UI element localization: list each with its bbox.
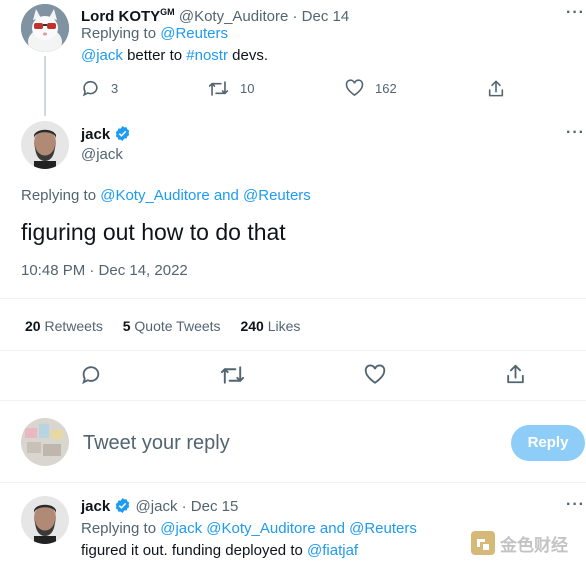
divider — [0, 400, 586, 401]
author-handle[interactable]: @jack — [81, 146, 123, 164]
reply-icon[interactable] — [81, 79, 100, 98]
more-options-icon[interactable]: ··· — [566, 496, 585, 514]
share-icon[interactable] — [505, 363, 526, 385]
replying-to-line: Replying to @Reuters — [81, 25, 228, 43]
divider — [0, 482, 586, 483]
divider — [0, 298, 586, 299]
user-avatar[interactable] — [21, 418, 69, 466]
watermark-logo-icon — [471, 531, 495, 555]
author-name[interactable]: jack — [81, 498, 110, 515]
like-icon[interactable] — [364, 364, 386, 385]
avatar[interactable] — [21, 121, 69, 169]
author-name[interactable]: jack — [81, 125, 131, 144]
author-handle[interactable]: @jack — [136, 498, 178, 515]
replying-to-label: Replying to — [81, 520, 157, 537]
like-count: 162 — [375, 81, 397, 96]
reply1-header: Lord KOTYGM @Koty_Auditore · Dec 14 — [81, 3, 349, 26]
quotes-count: 5 — [122, 318, 131, 334]
replying-to-link[interactable]: @Koty_Auditore and @Reuters — [100, 187, 311, 204]
reply-button[interactable]: Reply — [511, 425, 585, 461]
replying-to-label: Replying to — [21, 187, 97, 204]
retweet-count: 10 — [240, 81, 255, 96]
retweets-label: Retweets — [44, 318, 103, 334]
like-icon[interactable] — [345, 79, 364, 97]
reply-icon[interactable] — [80, 364, 102, 386]
tweet-date[interactable]: Dec 15 — [191, 498, 239, 515]
tweet-timestamp[interactable]: 10:48 PM · Dec 14, 2022 — [21, 262, 188, 280]
separator: · — [181, 498, 187, 515]
verified-badge-icon — [116, 498, 130, 513]
replying-to-line: Replying to @Koty_Auditore and @Reuters — [21, 187, 311, 205]
likes-label: Likes — [267, 318, 301, 334]
avatar[interactable] — [21, 4, 69, 52]
watermark-text: 金色财经 — [500, 535, 568, 556]
mention-link[interactable]: @fiatjaf — [307, 542, 358, 559]
reply-count: 3 — [111, 81, 119, 96]
tweet-text-part: better to — [122, 47, 187, 64]
share-icon[interactable] — [487, 79, 505, 98]
more-options-icon[interactable]: ··· — [566, 4, 585, 22]
likes-count: 240 — [240, 318, 264, 334]
likes-stat[interactable]: 240 Likes — [240, 318, 300, 334]
mention-link[interactable]: @jack — [81, 47, 123, 64]
retweets-stat[interactable]: 20 Retweets — [25, 318, 103, 334]
retweets-count: 20 — [25, 318, 41, 334]
engagement-stats: 20 Retweets 5 Quote Tweets 240 Likes — [25, 317, 300, 335]
verified-badge-icon — [116, 126, 130, 141]
replying-to-link[interactable]: @jack @Koty_Auditore and @Reuters — [160, 520, 417, 537]
retweet-icon[interactable] — [220, 364, 245, 386]
author-name-sup: GM — [160, 7, 175, 17]
tweet-text: @jack better to #nostr devs. — [81, 47, 268, 65]
thread-line — [44, 56, 46, 116]
author-name[interactable]: Lord KOTY — [81, 8, 160, 25]
tweet-text-part: devs. — [227, 47, 269, 64]
reply2-header: jack @jack · Dec 15 — [81, 497, 238, 516]
divider — [0, 350, 586, 351]
quotes-label: Quote Tweets — [134, 318, 221, 334]
replying-to-line: Replying to @jack @Koty_Auditore and @Re… — [81, 520, 417, 538]
tweet-date[interactable]: Dec 14 — [302, 8, 350, 25]
author-name-text: jack — [81, 126, 111, 143]
separator: · — [292, 8, 298, 25]
replying-to-label: Replying to — [81, 25, 157, 42]
tweet-text: figuring out how to do that — [21, 219, 286, 245]
retweet-icon[interactable] — [208, 79, 229, 98]
tweet-text-part: figured it out. funding deployed to — [81, 542, 307, 559]
watermark: 金色财经 — [470, 530, 568, 556]
tweet-text: figured it out. funding deployed to @fia… — [81, 542, 358, 560]
reply-input[interactable]: Tweet your reply — [83, 431, 483, 455]
replying-to-link[interactable]: @Reuters — [160, 25, 228, 42]
author-handle[interactable]: @Koty_Auditore — [179, 8, 288, 25]
quote-tweets-stat[interactable]: 5 Quote Tweets — [123, 318, 221, 334]
hashtag-link[interactable]: #nostr — [186, 47, 228, 64]
more-options-icon[interactable]: ··· — [566, 124, 585, 142]
avatar[interactable] — [21, 496, 69, 544]
